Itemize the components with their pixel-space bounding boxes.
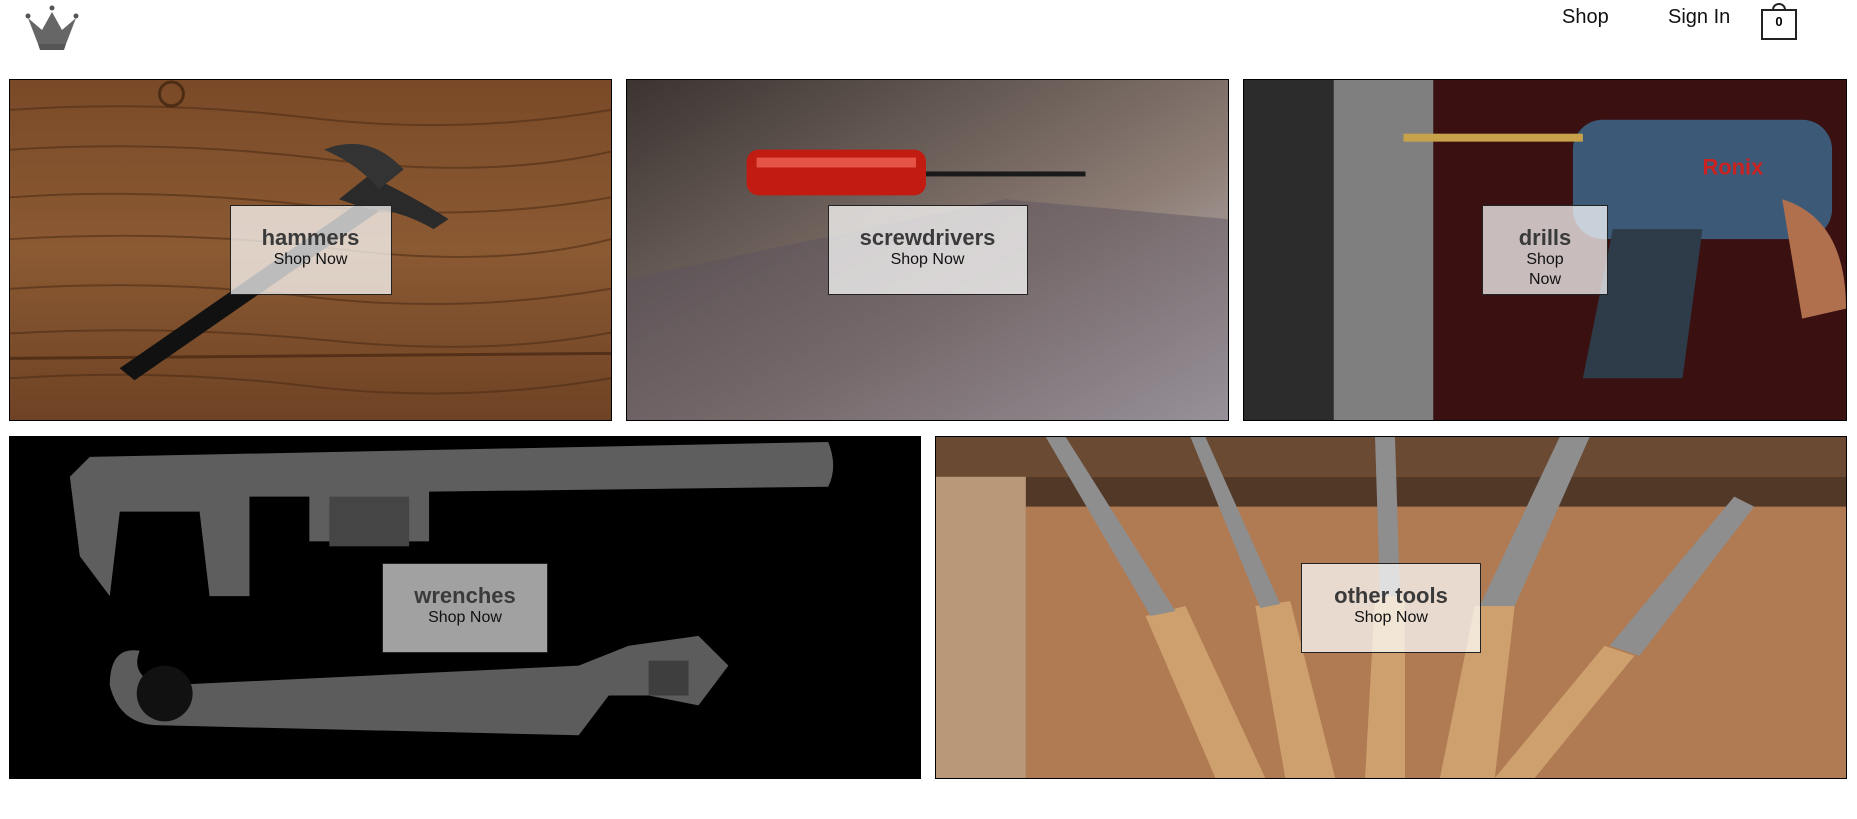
- shop-now-link[interactable]: Shop Now: [261, 250, 361, 270]
- shop-now-link[interactable]: Shop Now: [413, 608, 517, 628]
- category-tile-drills[interactable]: Ronix drills Shop Now: [1243, 79, 1847, 421]
- shop-now-link[interactable]: Shop Now: [1513, 250, 1577, 290]
- cart-button[interactable]: 0: [1761, 2, 1797, 40]
- shop-now-link[interactable]: Shop Now: [1332, 608, 1450, 628]
- shop-now-link[interactable]: Shop Now: [859, 250, 997, 270]
- crown-icon[interactable]: [24, 4, 80, 50]
- category-tile-hammers[interactable]: hammers Shop Now: [9, 79, 612, 421]
- category-label-drills[interactable]: drills Shop Now: [1482, 205, 1608, 295]
- nav-signin-link[interactable]: Sign In: [1668, 6, 1730, 29]
- category-tile-wrenches[interactable]: wrenches Shop Now: [9, 436, 921, 779]
- category-label-wrenches[interactable]: wrenches Shop Now: [382, 562, 548, 653]
- category-title: other tools: [1334, 582, 1448, 608]
- nav-shop-link[interactable]: Shop: [1562, 6, 1609, 29]
- cart-count: 0: [1775, 14, 1783, 29]
- category-label-screwdrivers[interactable]: screwdrivers Shop Now: [827, 205, 1028, 295]
- category-label-hammers[interactable]: hammers Shop Now: [229, 205, 392, 295]
- svg-text:Ronix: Ronix: [1702, 154, 1763, 179]
- site-header: Shop Sign In 0: [0, 0, 1857, 70]
- category-label-other-tools[interactable]: other tools Shop Now: [1301, 562, 1481, 653]
- category-title: drills: [1518, 225, 1572, 250]
- category-tile-other-tools[interactable]: other tools Shop Now: [935, 436, 1847, 779]
- category-tile-screwdrivers[interactable]: screwdrivers Shop Now: [626, 79, 1229, 421]
- category-title: screwdrivers: [859, 225, 996, 250]
- category-title: hammers: [261, 225, 360, 250]
- category-title: wrenches: [414, 582, 516, 608]
